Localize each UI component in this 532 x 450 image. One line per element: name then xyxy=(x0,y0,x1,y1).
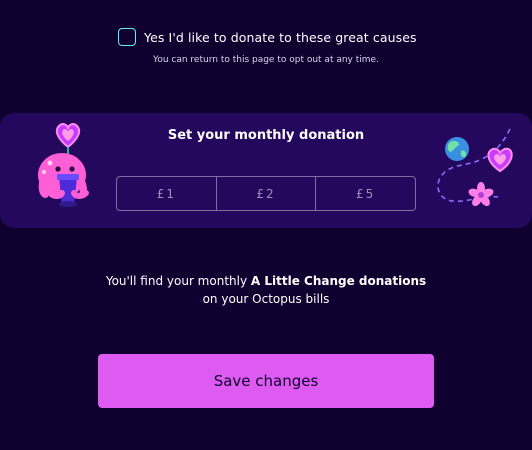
donation-option-1[interactable]: £1 xyxy=(117,177,216,210)
donation-option-5[interactable]: £5 xyxy=(315,177,415,210)
donate-consent-label[interactable]: Yes I'd like to donate to these great ca… xyxy=(144,30,417,45)
donation-option-2[interactable]: £2 xyxy=(215,177,316,210)
save-changes-button[interactable]: Save changes xyxy=(98,354,434,408)
donate-consent-row: Yes I'd like to donate to these great ca… xyxy=(118,28,417,46)
donation-info-text: You'll find your monthly A Little Change… xyxy=(0,272,532,308)
opt-out-note: You can return to this page to opt out a… xyxy=(153,55,379,65)
donation-amount-selector: £1 £2 £5 xyxy=(116,176,416,211)
donation-page: Yes I'd like to donate to these great ca… xyxy=(0,0,532,450)
donate-consent-checkbox[interactable] xyxy=(118,28,136,46)
info-highlight: A Little Change donations xyxy=(250,274,427,288)
globe-heart-flower-icon xyxy=(437,128,513,207)
monthly-donation-panel: Set your monthly donation £1 £2 £5 xyxy=(0,113,532,228)
info-prefix: You'll find your monthly xyxy=(105,274,251,288)
info-suffix: on your Octopus bills xyxy=(202,292,330,306)
